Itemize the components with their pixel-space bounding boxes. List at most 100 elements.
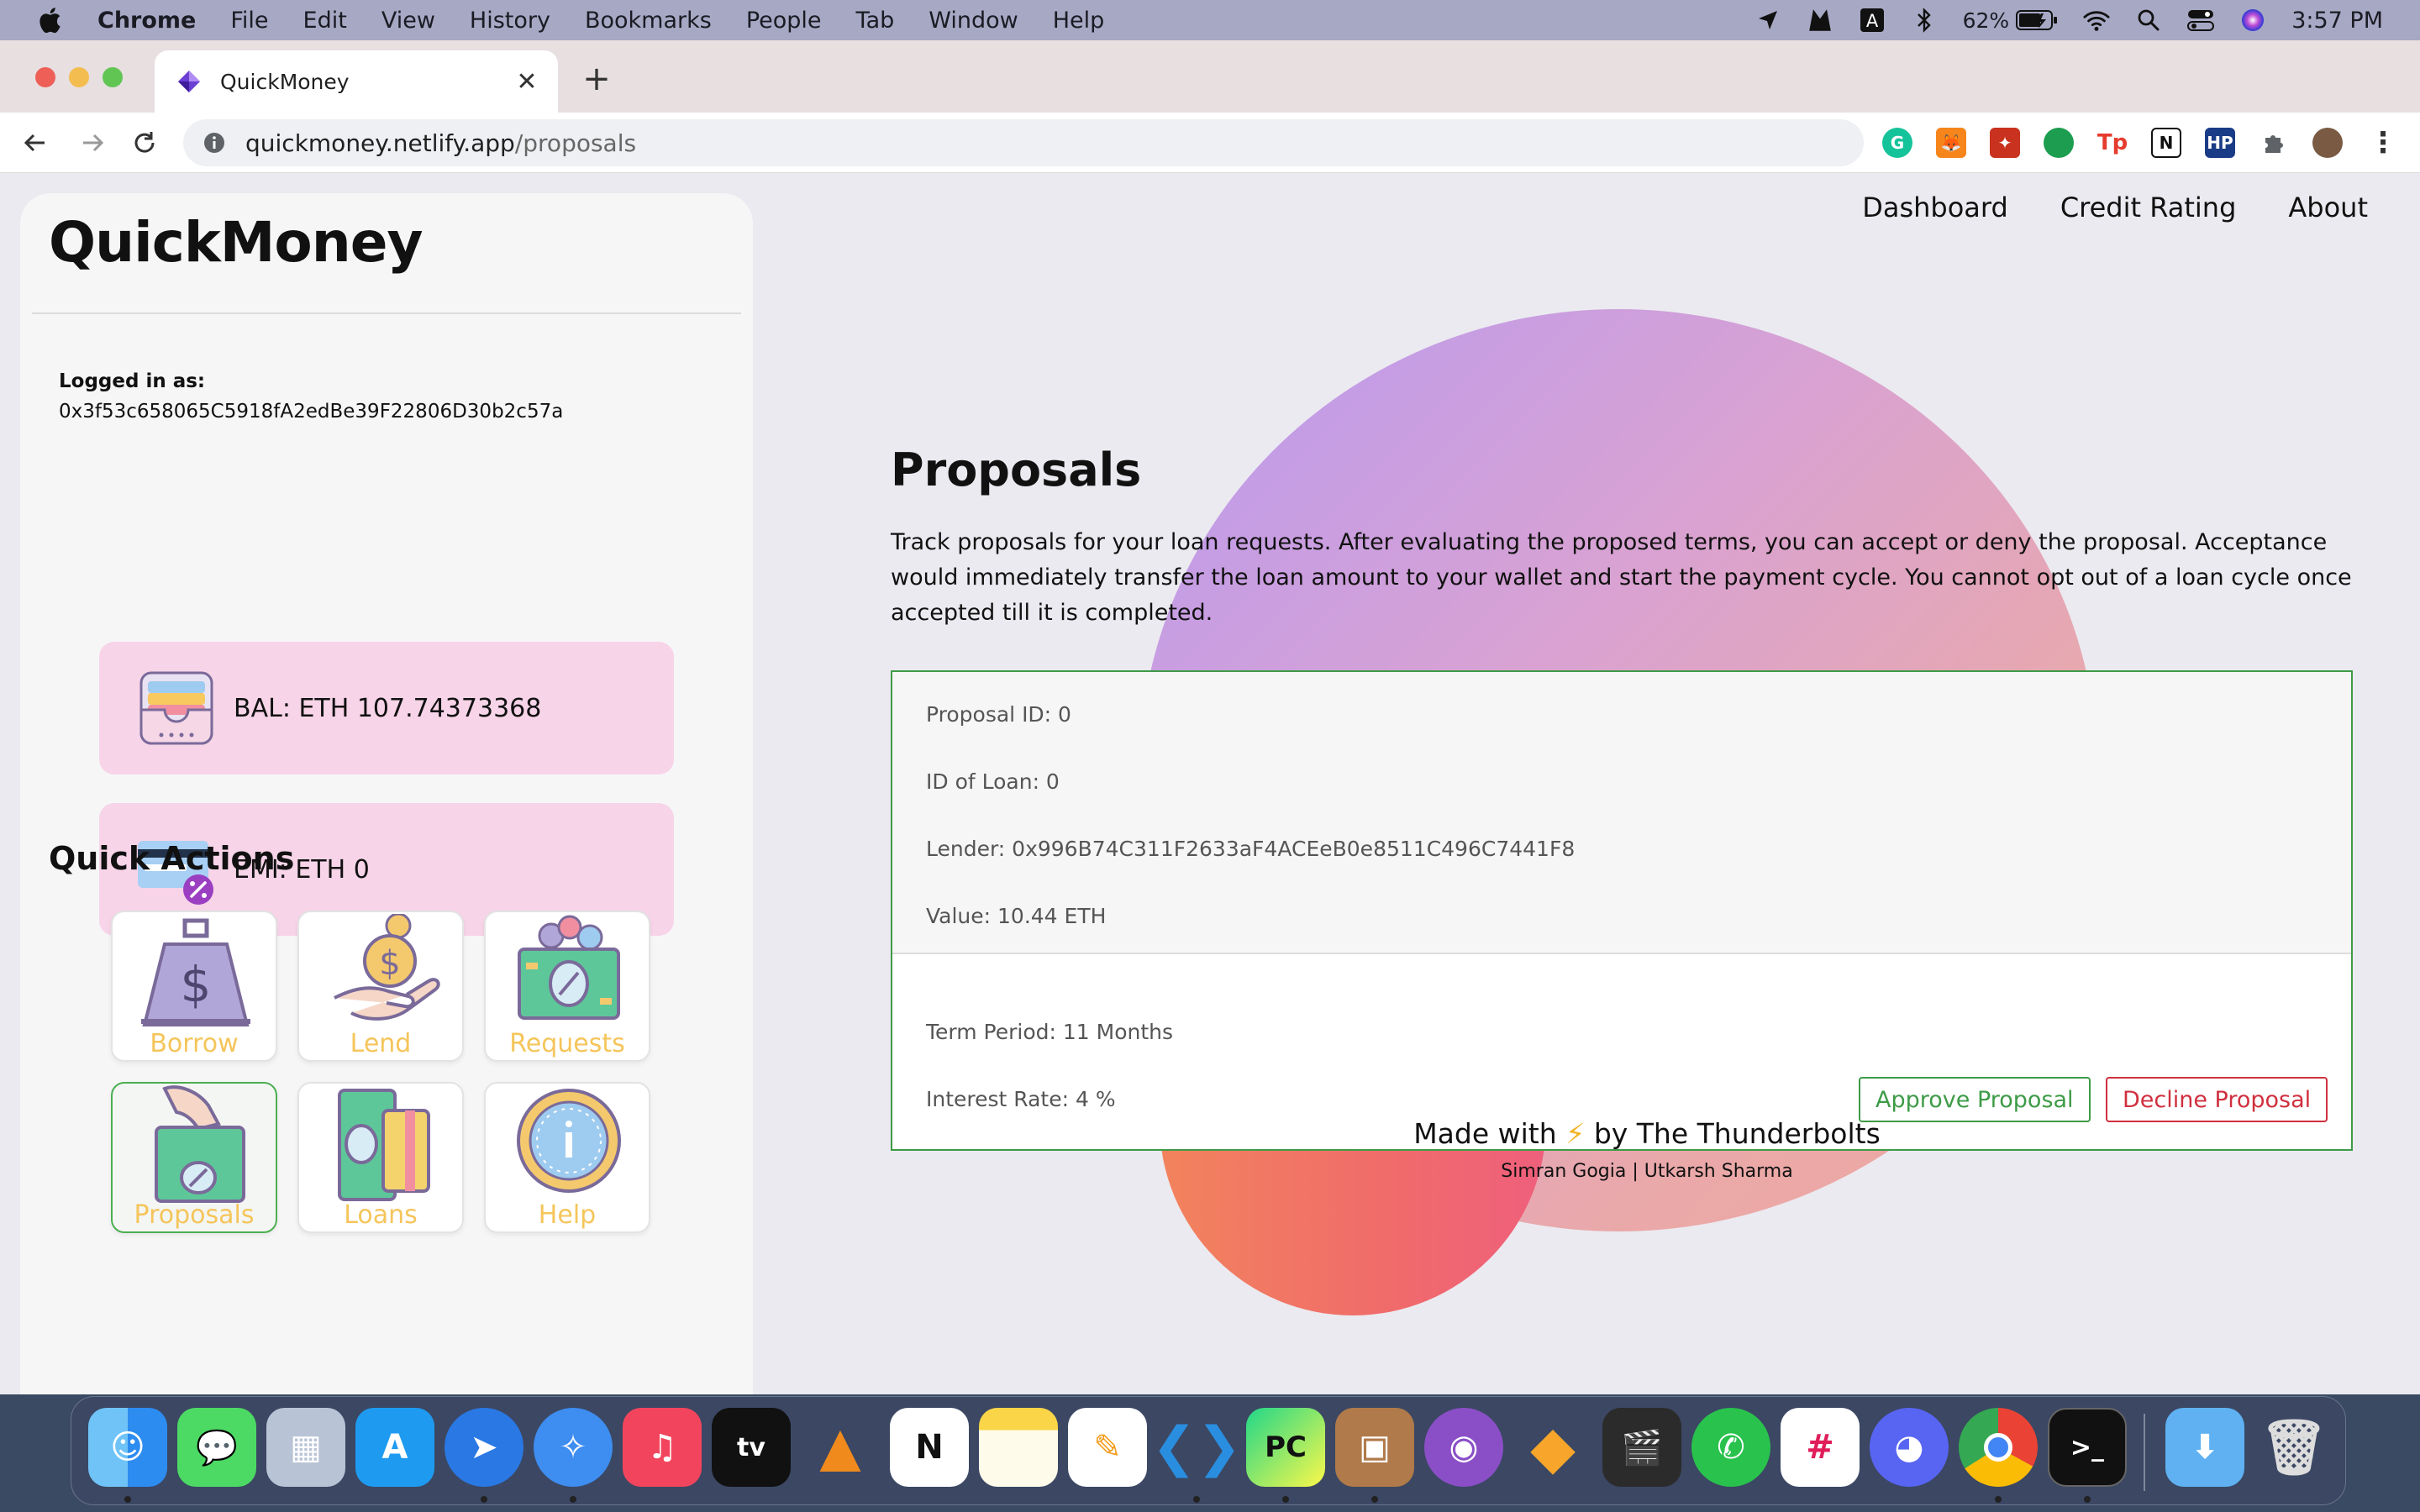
apple-tv-icon[interactable]: tv [712,1408,791,1487]
interest-rate: Interest Rate: 4 % [926,1087,1116,1111]
trash-icon[interactable]: 🗑 [2254,1408,2333,1487]
pages-icon[interactable]: ✎ [1068,1408,1147,1487]
notion-extension-icon[interactable]: N [2151,128,2181,158]
svg-text:$: $ [181,956,212,1013]
window-zoom-button[interactable] [103,67,123,87]
apple-menu-icon[interactable] [37,7,62,34]
notion-icon[interactable]: N [890,1408,969,1487]
hp-extension-icon[interactable]: HP [2205,128,2235,158]
browser-tab-quickmoney[interactable]: QuickMoney ✕ [155,50,558,113]
dark-app-tray-icon[interactable] [1807,7,1833,34]
running-indicator [1995,1496,2002,1503]
quick-action-borrow[interactable]: $ Borrow [111,911,277,1062]
footer-made-suffix: by The Thunderbolts [1593,1117,1881,1150]
hand-giving-coin-icon: $ [334,914,440,1021]
wifi-icon[interactable] [2083,7,2110,34]
location-arrow-icon[interactable] [1754,7,1781,34]
slack-icon[interactable]: # [1781,1408,1860,1487]
siri-icon[interactable] [2239,7,2266,34]
downloads-folder-icon[interactable]: ⬇ [2165,1408,2244,1487]
spark-icon[interactable]: ➤ [445,1408,523,1487]
info-circle-icon [517,1089,621,1193]
loan-id: ID of Loan: 0 [926,769,1060,794]
nav-dashboard-link[interactable]: Dashboard [1862,192,2008,223]
package-icon[interactable]: ▣ [1335,1408,1414,1487]
vscode-icon[interactable]: ❮❯ [1151,1408,1241,1487]
nav-about-link[interactable]: About [2288,192,2368,223]
menu-edit[interactable]: Edit [303,8,347,34]
menu-history[interactable]: History [470,8,550,34]
quick-action-loans[interactable]: Loans [297,1082,464,1233]
reload-button[interactable] [126,124,163,161]
profile-avatar-icon[interactable] [2312,128,2343,158]
tab-close-icon[interactable]: ✕ [513,67,541,97]
app-store-icon[interactable]: A [355,1408,434,1487]
red-extension-icon[interactable]: ✦ [1990,128,2020,158]
quick-action-lend[interactable]: $ Lend [297,911,464,1062]
quickmoney-favicon-icon [178,71,200,92]
quick-actions-title: Quick Actions [49,840,295,877]
github-desktop-icon[interactable]: ◉ [1424,1408,1503,1487]
menu-people[interactable]: People [746,8,822,34]
browser-menu-icon[interactable]: ⋮ [2368,126,2398,160]
tp-extension-icon[interactable]: Tp [2097,128,2128,158]
green-chat-extension-icon[interactable] [2044,128,2074,158]
quick-action-label: Requests [509,1029,625,1058]
quick-action-label: Lend [350,1029,412,1058]
new-tab-button[interactable]: + [580,62,613,96]
running-indicator [1371,1496,1378,1503]
extensions-puzzle-icon[interactable] [2259,128,2289,158]
quick-action-proposals[interactable]: Proposals [111,1082,277,1233]
sketch-icon[interactable]: ◆ [1513,1408,1592,1487]
menu-help[interactable]: Help [1053,8,1105,34]
menu-view[interactable]: View [381,8,435,34]
cash-and-coins-icon [518,915,620,1020]
control-center-icon[interactable] [2187,7,2215,34]
whatsapp-icon[interactable]: ✆ [1691,1408,1770,1487]
grammarly-extension-icon[interactable]: G [1882,128,1912,158]
discord-icon[interactable]: ◕ [1870,1408,1949,1487]
menu-file[interactable]: File [230,8,268,34]
menu-window[interactable]: Window [929,8,1018,34]
battery-icon[interactable] [2016,7,2058,34]
finder-icon[interactable]: ☺ [88,1408,167,1487]
decline-proposal-button[interactable]: Decline Proposal [2106,1077,2328,1122]
menu-chrome[interactable]: Chrome [97,8,196,34]
window-close-button[interactable] [35,67,55,87]
forward-button[interactable] [74,124,111,161]
metamask-extension-icon[interactable]: 🦊 [1936,128,1966,158]
safari-icon[interactable]: ✧ [534,1408,613,1487]
lender-address: Lender: 0x996B74C311F2633aF4ACEeB0e8511C… [926,837,1576,861]
vlc-icon[interactable]: ▲ [801,1408,880,1487]
top-navigation: Dashboard Credit Rating About [1810,192,2368,223]
quick-action-requests[interactable]: Requests [484,911,650,1062]
url-host: quickmoney.netlify.app [245,129,515,157]
messages-icon[interactable]: 💬 [177,1408,256,1487]
approve-proposal-button[interactable]: Approve Proposal [1859,1077,2091,1122]
launchpad-icon[interactable]: ▦ [266,1408,345,1487]
brand-logo-text[interactable]: QuickMoney [49,210,424,275]
window-minimize-button[interactable] [69,67,89,87]
nav-credit-rating-link[interactable]: Credit Rating [2060,192,2237,223]
wallet-icon [139,671,213,745]
pycharm-icon[interactable]: PC [1246,1408,1325,1487]
spotlight-search-icon[interactable] [2135,7,2162,34]
menu-tab[interactable]: Tab [856,8,895,34]
quick-action-label: Help [538,1200,597,1230]
input-source-icon[interactable]: A [1859,7,1886,34]
logged-in-label: Logged in as: [59,370,206,392]
music-icon[interactable]: ♫ [623,1408,702,1487]
address-bar[interactable]: quickmoney.netlify.app/proposals [183,119,1864,166]
menu-bookmarks[interactable]: Bookmarks [585,8,712,34]
battery-percentage: 62% [1962,8,2010,33]
quick-action-help[interactable]: Help [484,1082,650,1233]
notes-icon[interactable] [979,1408,1058,1487]
back-button[interactable] [17,124,54,161]
menubar-clock[interactable]: 3:57 PM [2291,8,2383,34]
site-info-icon[interactable] [202,130,227,155]
terminal-icon[interactable]: >_ [2048,1408,2127,1487]
bluetooth-icon[interactable] [1911,7,1938,34]
chrome-icon[interactable] [1959,1408,2038,1487]
running-indicator [124,1496,131,1503]
final-cut-icon[interactable]: 🎬 [1602,1408,1681,1487]
